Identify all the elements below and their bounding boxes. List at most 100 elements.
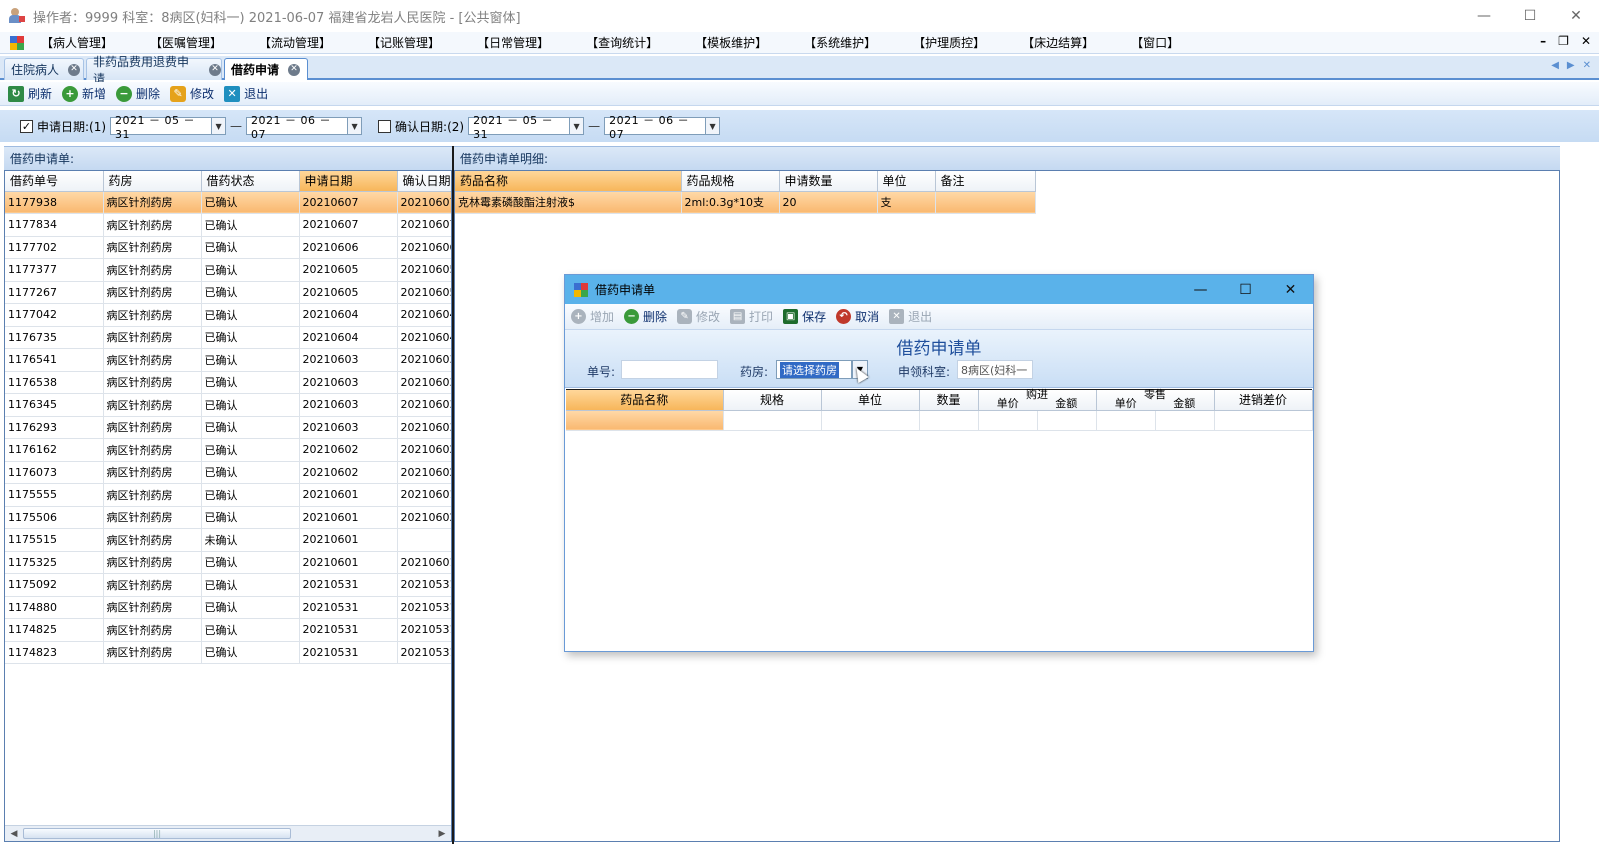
table-cell[interactable]: 20210531 [299,618,398,642]
table-cell[interactable]: 20210603 [299,348,398,372]
table-row[interactable]: 1176073 病区针剂药房 已确认 20210602 20210602 [5,461,451,484]
col-header-apply-date[interactable]: 申请日期 [299,171,398,192]
table-cell[interactable] [566,410,724,431]
table-cell[interactable]: 20210607 [397,213,451,237]
table-cell[interactable]: 已确认 [201,506,300,529]
chevron-down-icon[interactable]: ▼ [347,118,362,134]
table-cell[interactable]: 1175515 [5,528,104,552]
table-cell[interactable]: 20210602 [299,438,398,462]
menu-window[interactable]: 【窗口】 [1124,34,1186,51]
table-cell[interactable] [723,410,822,431]
add-button[interactable]: + 新增 [62,85,106,102]
table-cell[interactable]: 已确认 [201,573,300,597]
table-row[interactable]: 克林霉素磷酸酯注射液$ 2ml:0.3g*10支 20 支 [455,191,1036,214]
table-cell[interactable]: 20210603 [397,416,451,439]
table-cell[interactable]: 已确认 [201,641,300,664]
scrollbar-thumb[interactable]: ||| [23,828,291,839]
table-cell[interactable]: 20210604 [299,326,398,349]
table-cell[interactable]: 1174880 [5,596,104,619]
table-cell[interactable]: 1177377 [5,258,104,282]
mdi-minimize-button[interactable]: – [1540,34,1546,48]
table-cell[interactable] [978,410,1038,431]
menu-flow[interactable]: 【流动管理】 [252,34,338,51]
table-cell[interactable]: 20210602 [397,438,451,462]
table-row[interactable]: 1174823 病区针剂药房 已确认 20210531 20210531 [5,641,451,664]
apply-date-checkbox[interactable]: ✓ [20,119,33,133]
table-row[interactable]: 1176293 病区针剂药房 已确认 20210603 20210603 [5,416,451,439]
menu-billing[interactable]: 【记账管理】 [361,34,447,51]
scroll-right-icon[interactable]: ▶ [436,828,448,840]
close-tab-icon[interactable]: ✕ [209,63,221,76]
table-row[interactable]: 1176162 病区针剂药房 已确认 20210602 20210602 [5,438,451,462]
table-cell[interactable] [1096,410,1156,431]
table-cell[interactable]: 病区针剂药房 [103,371,202,394]
table-cell[interactable]: 1176735 [5,326,104,349]
dlg-col-group-purchase[interactable]: 购进 单价 金额 [978,389,1097,411]
table-row[interactable]: 1177042 病区针剂药房 已确认 20210604 20210604 [5,303,451,327]
dialog-delete-button[interactable]: − 删除 [624,308,667,325]
table-row[interactable]: 1177267 病区针剂药房 已确认 20210605 20210605 [5,281,451,304]
chevron-down-icon[interactable]: ▼ [705,118,720,134]
table-cell[interactable]: 20210604 [299,303,398,327]
table-cell[interactable]: 病区针剂药房 [103,506,202,529]
table-cell[interactable]: 20210602 [299,461,398,484]
table-cell[interactable]: 2ml:0.3g*10支 [681,191,780,214]
dept-input[interactable]: 8病区(妇科一 [957,360,1033,379]
table-cell[interactable]: 1174825 [5,618,104,642]
table-cell[interactable]: 已确认 [201,303,300,327]
table-cell[interactable]: 20210605 [299,258,398,282]
close-button[interactable]: ✕ [1553,0,1599,32]
table-cell[interactable]: 1175555 [5,483,104,507]
mdi-close-button[interactable]: ✕ [1581,34,1591,48]
table-cell[interactable]: 20210531 [397,573,451,597]
table-cell[interactable]: 病区针剂药房 [103,416,202,439]
refresh-button[interactable]: ↻ 刷新 [8,85,52,102]
table-cell[interactable]: 20210604 [397,303,451,327]
table-cell[interactable]: 已确认 [201,393,300,417]
table-cell[interactable]: 20210603 [299,416,398,439]
table-cell[interactable]: 20210601 [299,483,398,507]
table-cell[interactable]: 20210602 [397,506,451,529]
pharmacy-select[interactable]: 请选择药房 [776,360,852,379]
table-cell[interactable]: 20210602 [397,461,451,484]
table-cell[interactable]: 病区针剂药房 [103,528,202,552]
table-cell[interactable]: 20210605 [397,258,451,282]
table-cell[interactable] [821,410,920,431]
dialog-minimize-button[interactable]: — [1178,275,1223,304]
table-cell[interactable]: 病区针剂药房 [103,438,202,462]
table-row[interactable]: 1177702 病区针剂药房 已确认 20210606 20210606 [5,236,451,259]
chevron-down-icon[interactable]: ▼ [569,118,584,134]
col-header-remark[interactable]: 备注 [935,171,1036,192]
menu-patient[interactable]: 【病人管理】 [34,34,120,51]
tab-refund-request[interactable]: 非药品费用退费申请 ✕ [86,55,222,86]
table-cell[interactable]: 已确认 [201,348,300,372]
edit-button[interactable]: ✎ 修改 [170,85,214,102]
table-cell[interactable] [935,191,1036,214]
dlg-col-unit[interactable]: 单位 [821,390,920,411]
dialog-save-button[interactable]: ▣ 保存 [783,308,826,325]
table-cell[interactable]: 病区针剂药房 [103,236,202,259]
dialog-exit-button[interactable]: ✕ 退出 [889,308,932,325]
dlg-col-drug-name[interactable]: 药品名称 [566,390,724,411]
table-cell[interactable] [1155,410,1215,431]
table-cell[interactable]: 病区针剂药房 [103,618,202,642]
menu-daily[interactable]: 【日常管理】 [470,34,556,51]
dlg-col-diff[interactable]: 进销差价 [1214,390,1313,411]
table-cell[interactable]: 未确认 [201,528,300,552]
table-cell[interactable]: 已确认 [201,326,300,349]
table-row[interactable]: 1177834 病区针剂药房 已确认 20210607 20210607 [5,213,451,237]
table-row[interactable]: 1176735 病区针剂药房 已确认 20210604 20210604 [5,326,451,349]
table-cell[interactable] [919,410,979,431]
table-cell[interactable]: 20210604 [397,326,451,349]
table-row[interactable]: 1175515 病区针剂药房 未确认 20210601 [5,528,451,552]
tab-scroll-left-icon[interactable]: ◀ [1551,60,1559,71]
table-cell[interactable]: 20210531 [299,573,398,597]
col-header-unit[interactable]: 单位 [877,171,936,192]
mdi-restore-button[interactable]: ❐ [1558,34,1569,48]
tab-close-all-icon[interactable]: ✕ [1583,60,1591,71]
table-cell[interactable]: 1177702 [5,236,104,259]
table-row[interactable]: 1176538 病区针剂药房 已确认 20210603 20210603 [5,371,451,394]
dialog-print-button[interactable]: ▤ 打印 [730,308,773,325]
apply-date-to[interactable]: 2021 － 06 － 07 ▼ [246,114,363,141]
table-cell[interactable]: 已确认 [201,596,300,619]
